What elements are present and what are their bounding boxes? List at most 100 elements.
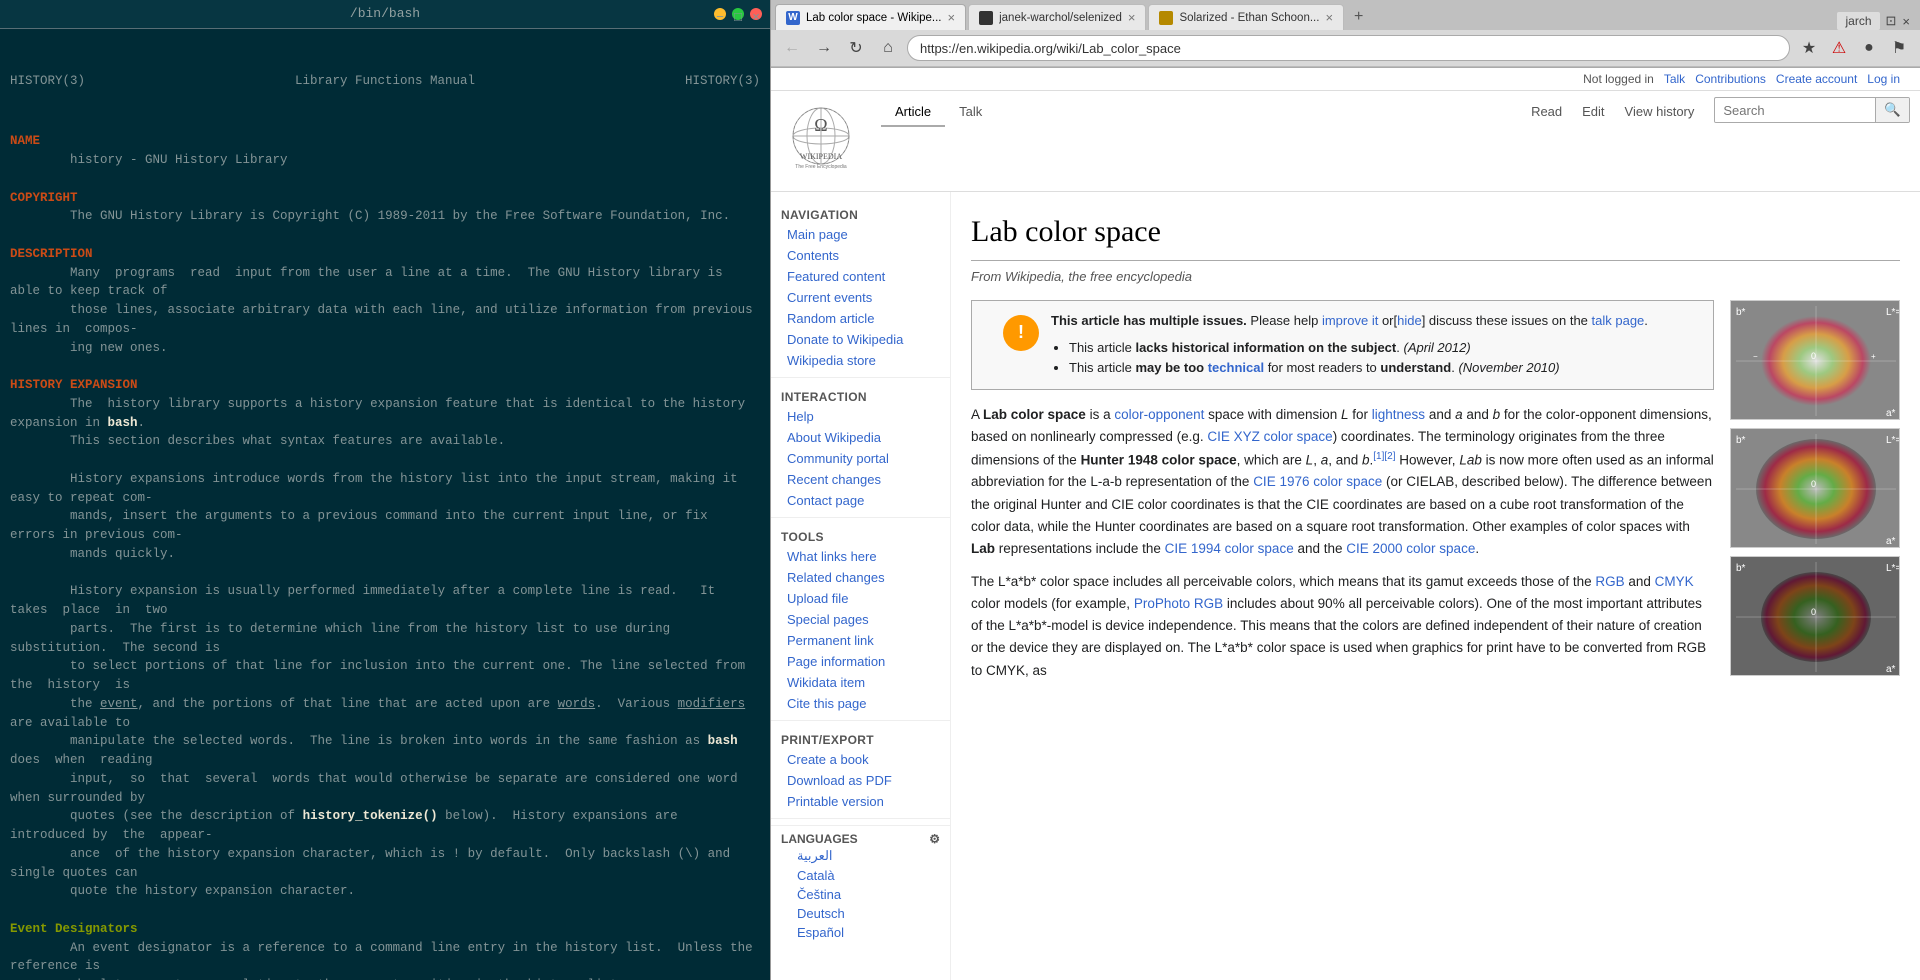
create-account-link[interactable]: Create account [1776,72,1857,86]
link-rgb[interactable]: RGB [1595,574,1624,589]
sidebar-related-changes[interactable]: Related changes [771,567,950,588]
wiki-search-button[interactable]: 🔍 [1875,98,1909,122]
lang-german[interactable]: Deutsch [781,904,940,923]
sidebar-create-book[interactable]: Create a book [771,749,950,770]
sidebar-upload[interactable]: Upload file [771,588,950,609]
contributions-link[interactable]: Contributions [1695,72,1766,86]
notice-talk-link[interactable]: talk page [1592,313,1645,328]
sidebar-donate[interactable]: Donate to Wikipedia [771,329,950,350]
sidebar-about[interactable]: About Wikipedia [771,427,950,448]
wiki-search-input[interactable] [1715,99,1875,122]
nav-section-label: Navigation [771,202,950,224]
diagram-L50: L*= 50 a* b* 0 [1730,428,1900,548]
lang-czech[interactable]: Čeština [781,885,940,904]
tab-close-wikipedia[interactable]: × [948,10,956,25]
sidebar-recent-changes[interactable]: Recent changes [771,469,950,490]
tab-edit[interactable]: Edit [1572,98,1614,127]
security-btn[interactable]: ⚠ [1826,35,1852,61]
sidebar-store[interactable]: Wikipedia store [771,350,950,371]
lang-spanish[interactable]: Español [781,923,940,942]
link-prophoto[interactable]: ProPhoto RGB [1134,596,1223,611]
sidebar-cite[interactable]: Cite this page [771,693,950,714]
notice-title-line: This article has multiple issues. Please… [1051,311,1699,332]
terminal-body: NAME history - GNU History Library COPYR… [10,132,760,980]
nav-right-buttons: ★ ⚠ ● ⚑ [1796,35,1912,61]
sidebar-main-page[interactable]: Main page [771,224,950,245]
link-cie-1976[interactable]: CIE 1976 color space [1253,474,1382,489]
browser-chrome: W Lab color space - Wikipe... × janek-wa… [771,0,1920,68]
maximize-btn[interactable]: □ [732,8,744,20]
back-button[interactable]: ← [779,35,805,61]
browser-tab-solarized[interactable]: Solarized - Ethan Schoon... × [1148,4,1344,30]
svg-text:The Free Encyclopedia: The Free Encyclopedia [795,164,847,170]
sidebar-page-info[interactable]: Page information [771,651,950,672]
interaction-section-label: Interaction [771,384,950,406]
sidebar-download-pdf[interactable]: Download as PDF [771,770,950,791]
wikipedia-favicon: W [786,11,800,25]
article-para-1: A Lab color space is a color-opponent sp… [971,404,1714,560]
address-bar[interactable] [907,35,1790,61]
sidebar-featured[interactable]: Featured content [771,266,950,287]
sidebar-wikidata[interactable]: Wikidata item [771,672,950,693]
link-lightness[interactable]: lightness [1372,407,1425,422]
svg-text:WIKIPEDIA: WIKIPEDIA [800,152,842,161]
sidebar-current-events[interactable]: Current events [771,287,950,308]
link-cmyk[interactable]: CMYK [1655,574,1694,589]
browser-tab-janek[interactable]: janek-warchol/selenized × [968,4,1146,30]
log-in-link[interactable]: Log in [1867,72,1900,86]
sidebar-printable[interactable]: Printable version [771,791,950,812]
reload-button[interactable]: ↻ [843,35,869,61]
sidebar-help[interactable]: Help [771,406,950,427]
article-subtitle: From Wikipedia, the free encyclopedia [971,267,1900,288]
link-cie-xyz[interactable]: CIE XYZ color space [1207,429,1332,444]
sidebar-community[interactable]: Community portal [771,448,950,469]
languages-settings-icon[interactable]: ⚙ [929,832,940,846]
terminal-header-left: HISTORY(3) [10,72,85,91]
lang-catalan[interactable]: Català [781,866,940,885]
svg-text:b*: b* [1736,307,1746,318]
tab-view-history[interactable]: View history [1615,98,1705,127]
home-button[interactable]: ⌂ [875,35,901,61]
terminal-content: HISTORY(3) Library Functions Manual HIST… [0,29,770,980]
sidebar-random[interactable]: Random article [771,308,950,329]
profile-btn[interactable]: ⚑ [1886,35,1912,61]
notice-technical-link[interactable]: technical [1208,360,1264,375]
close-btn[interactable]: × [750,8,762,20]
tab-talk[interactable]: Talk [945,98,996,127]
lang-arabic[interactable]: العربية [781,846,940,866]
browser-close-btn[interactable]: × [1902,14,1910,29]
svg-text:0: 0 [1811,479,1816,489]
bookmark-star-btn[interactable]: ★ [1796,35,1822,61]
svg-text:L*= 25: L*= 25 [1886,563,1900,574]
new-tab-button[interactable]: + [1346,4,1371,30]
notice-hide-link[interactable]: hide [1397,313,1422,328]
terminal-title: /bin/bash [350,4,420,24]
svg-text:b*: b* [1736,435,1746,446]
wikipedia-logo[interactable]: WIKIPEDIA The Free Encyclopedia Ω [781,101,861,181]
tab-close-janek[interactable]: × [1128,10,1136,25]
minimize-btn[interactable]: − [714,8,726,20]
link-color-opponent[interactable]: color-opponent [1114,407,1204,422]
wiki-search-box: 🔍 [1714,97,1910,123]
sidebar-special-pages[interactable]: Special pages [771,609,950,630]
tab-close-solarized[interactable]: × [1325,10,1333,25]
browser-tab-wikipedia[interactable]: W Lab color space - Wikipe... × [775,4,966,30]
article-notice-box: ! This article has multiple issues. Plea… [971,300,1714,390]
link-cie-2000[interactable]: CIE 2000 color space [1346,541,1475,556]
diagram-L25-box: L*= 25 a* b* 0 [1730,556,1900,676]
forward-button[interactable]: → [811,35,837,61]
sidebar-contact[interactable]: Contact page [771,490,950,511]
tab-article[interactable]: Article [881,98,945,127]
terminal-window-controls[interactable]: − □ × [714,8,762,20]
sidebar-contents[interactable]: Contents [771,245,950,266]
link-cie-1994[interactable]: CIE 1994 color space [1165,541,1294,556]
restore-btn[interactable]: ⊡ [1886,13,1897,29]
svg-text:a*: a* [1886,408,1896,419]
tab-read[interactable]: Read [1521,98,1572,127]
sidebar-permanent-link[interactable]: Permanent link [771,630,950,651]
extension-btn[interactable]: ● [1856,35,1882,61]
talk-link[interactable]: Talk [1664,72,1685,86]
solarized-favicon [1159,11,1173,25]
sidebar-what-links[interactable]: What links here [771,546,950,567]
notice-improve-link[interactable]: improve it [1322,313,1378,328]
